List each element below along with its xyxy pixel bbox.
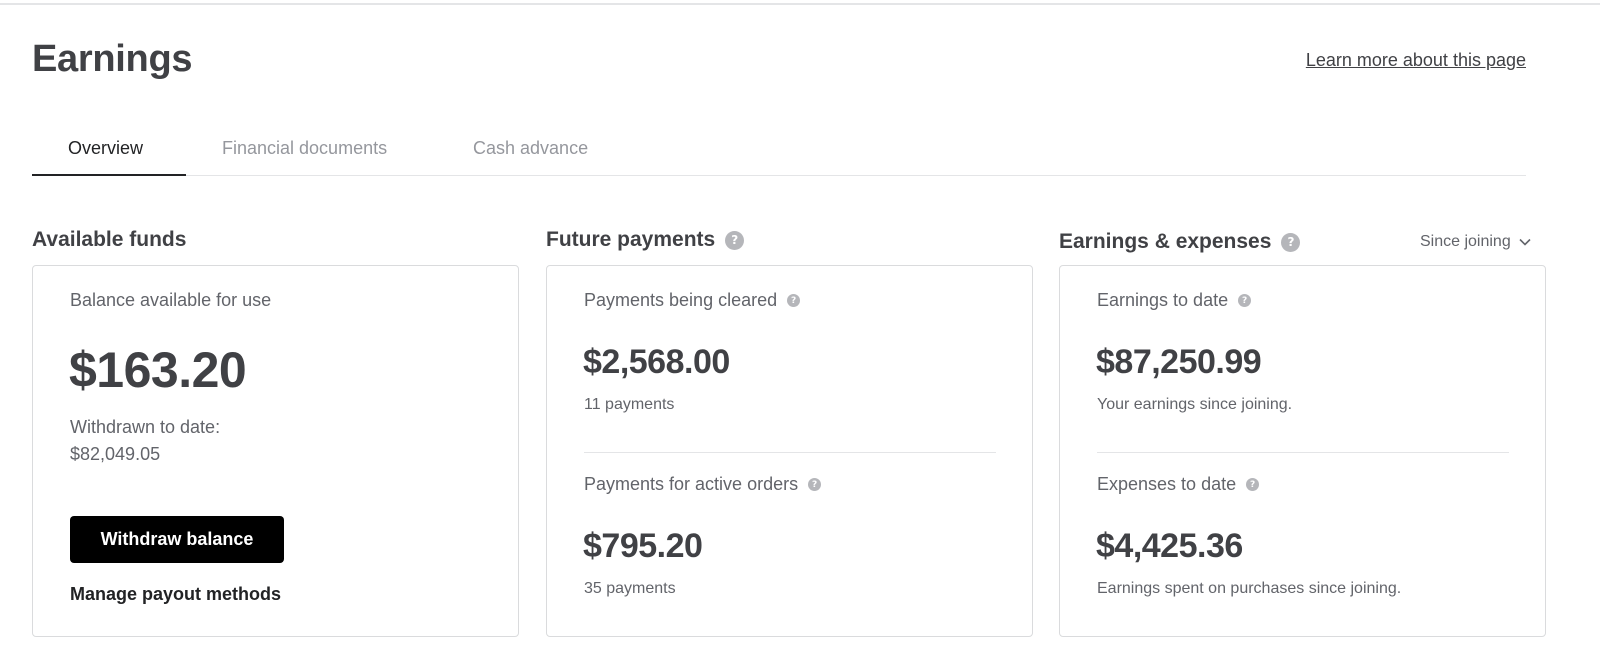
earnings-expenses-card: Earnings to date ? $87,250.99 Your earni… <box>1059 265 1546 637</box>
active-orders-count: 35 payments <box>584 580 676 597</box>
active-orders-value: $795.20 <box>583 527 703 565</box>
available-funds-card: Balance available for use $163.20 Withdr… <box>32 265 519 637</box>
expenses-to-date-value: $4,425.36 <box>1096 527 1243 565</box>
help-circle-icon[interactable]: ? <box>787 294 801 307</box>
tab-bar: Overview Financial documents Cash advanc… <box>32 126 1526 176</box>
active-orders-label: Payments for active orders ? <box>584 474 822 495</box>
earnings-expenses-heading: Earnings & expenses ? <box>1059 230 1301 254</box>
page-title: Earnings <box>32 38 193 80</box>
earnings-to-date-value: $87,250.99 <box>1096 343 1262 381</box>
expenses-note: Earnings spent on purchases since joinin… <box>1097 580 1402 597</box>
tab-overview[interactable]: Overview <box>32 126 186 176</box>
payments-cleared-value: $2,568.00 <box>583 343 730 381</box>
earnings-to-date-label: Earnings to date ? <box>1097 290 1252 311</box>
balance-value: $163.20 <box>69 342 247 398</box>
balance-label: Balance available for use <box>70 290 272 310</box>
payments-cleared-count: 11 payments <box>584 396 675 413</box>
withdrawn-label: Withdrawn to date: <box>70 417 221 437</box>
period-select-value: Since joining <box>1420 233 1511 250</box>
card-divider <box>1097 452 1509 453</box>
available-funds-heading: Available funds <box>32 228 186 252</box>
chevron-down-icon <box>1519 238 1531 246</box>
help-circle-icon[interactable]: ? <box>725 230 745 250</box>
payments-cleared-label: Payments being cleared ? <box>584 290 801 311</box>
available-funds-title: Available funds <box>32 228 187 251</box>
withdraw-balance-button[interactable]: Withdraw balance <box>70 516 284 563</box>
learn-more-link[interactable]: Learn more about this page <box>1306 50 1526 71</box>
future-payments-title: Future payments <box>546 228 716 251</box>
future-payments-heading: Future payments ? <box>546 228 745 252</box>
expenses-to-date-label: Expenses to date ? <box>1097 474 1260 495</box>
tab-financial-documents[interactable]: Financial documents <box>186 126 437 176</box>
earnings-note: Your earnings since joining. <box>1097 396 1293 413</box>
help-circle-icon[interactable]: ? <box>1281 232 1301 252</box>
help-circle-icon[interactable]: ? <box>808 478 822 491</box>
active-orders-text: Payments for active orders <box>584 474 799 494</box>
payments-cleared-text: Payments being cleared <box>584 290 778 310</box>
card-divider <box>584 452 996 453</box>
tab-cash-advance[interactable]: Cash advance <box>437 126 624 176</box>
help-circle-icon[interactable]: ? <box>1246 478 1260 491</box>
manage-payout-methods-link[interactable]: Manage payout methods <box>70 584 281 605</box>
future-payments-card: Payments being cleared ? $2,568.00 11 pa… <box>546 265 1033 637</box>
expenses-to-date-text: Expenses to date <box>1097 474 1237 494</box>
help-circle-icon[interactable]: ? <box>1238 294 1252 307</box>
top-divider <box>0 3 1600 5</box>
period-select[interactable]: Since joining <box>1420 233 1531 251</box>
earnings-expenses-title: Earnings & expenses <box>1059 230 1272 253</box>
withdrawn-value: $82,049.05 <box>70 444 161 464</box>
earnings-to-date-text: Earnings to date <box>1097 290 1229 310</box>
